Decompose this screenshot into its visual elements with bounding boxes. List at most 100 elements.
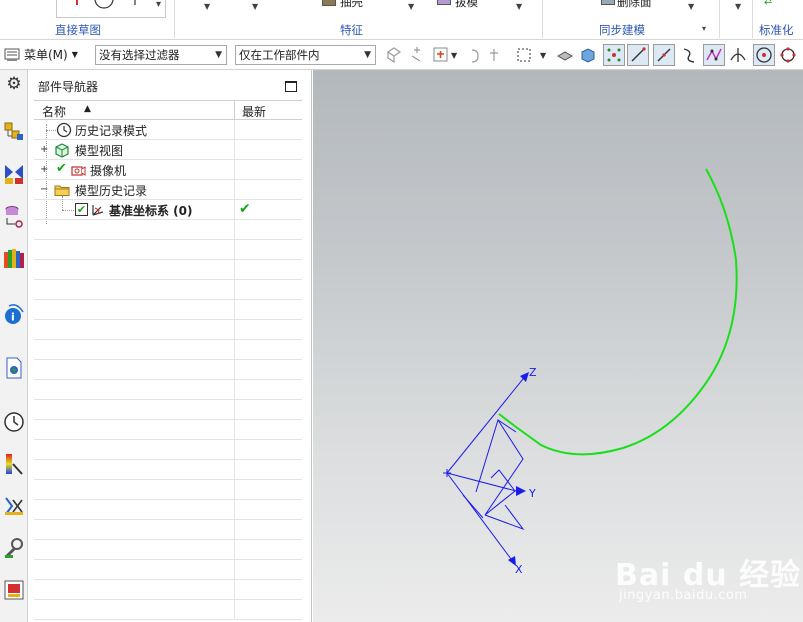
column-divider [234,320,235,339]
column-divider [234,140,235,159]
column-divider [234,240,235,259]
dropdown-caret[interactable]: ▼ [408,2,414,11]
dropdown-caret[interactable]: ▼ [252,2,258,11]
filter-tools-icons[interactable]: ▼ ▼ [384,44,554,66]
draft-button[interactable]: 拔模 [455,0,478,10]
constraint-navigator-icon[interactable] [3,162,25,186]
empty-table-row [34,520,302,540]
y-axis-label: Y [528,487,536,500]
svg-text:▼: ▼ [540,51,547,60]
chevron-down-icon: ▼ [364,50,371,60]
selection-scope-dropdown[interactable]: 仅在工作部件内 ▼ [235,45,376,65]
reuse-library-icon[interactable] [3,246,25,270]
resource-bar: ⚙ i [0,70,28,622]
dropdown-caret[interactable]: ▼ [735,2,741,11]
tree-node-label: 模型视图 [75,144,124,158]
assembly-navigator-icon[interactable] [3,120,25,144]
body-icon[interactable] [579,46,597,64]
snap-midpoint-toggle[interactable] [653,44,675,66]
dropdown-caret[interactable]: ▼ [688,2,694,11]
tree-row-datum-csys[interactable]: ✔ 基准坐标系 (0) ✔ [34,196,302,220]
more-icon[interactable]: ▾ [156,0,161,10]
empty-table-row [34,600,302,620]
selection-filter-dropdown[interactable]: 没有选择过滤器 ▼ [95,45,227,65]
empty-table-row [34,440,302,460]
tree-row-history-mode[interactable]: 历史记录模式 [34,120,302,140]
curve-icon[interactable] [680,46,698,64]
roles-icon[interactable] [3,536,25,560]
tree-row-model-history[interactable]: − 模型历史记录 [34,180,302,200]
empty-table-row [34,540,302,560]
menu-button[interactable]: 菜单(M) ▼ [4,46,78,63]
quadrant-point-icon[interactable] [779,46,797,64]
graphics-window[interactable]: Z Y X Bai du 经验 jingyan.baidu.com [313,70,803,622]
column-divider [234,300,235,319]
edge-icon[interactable] [556,46,574,64]
empty-table-row [34,480,302,500]
delete-face-icon[interactable] [601,0,615,5]
datum-csys [446,373,528,564]
ribbon-separator [542,0,543,38]
menu-icon [4,48,20,61]
axis-arrows [508,372,529,566]
shell-icon[interactable] [322,0,336,6]
empty-table-row [34,400,302,420]
tree-connector [46,130,56,131]
history-icon[interactable] [3,410,25,434]
z-axis-label: Z [529,366,537,379]
navigator-title: 部件导航器 [38,80,99,94]
column-divider [234,340,235,359]
maximize-icon[interactable] [285,81,297,92]
column-divider [234,260,235,279]
column-divider [234,280,235,299]
column-header-name[interactable]: 名称 [42,103,66,120]
svg-text:i: i [11,311,15,324]
expand-icon[interactable]: + [40,145,48,155]
web-browser-icon[interactable] [3,356,25,380]
x-axis-label: X [515,563,523,576]
tree-row-model-views[interactable]: + 模型视图 [34,140,302,160]
snap-arc-center-toggle[interactable] [753,44,775,66]
collapse-icon[interactable]: − [40,185,48,195]
column-header-latest[interactable]: 最新 [242,103,266,120]
selection-scope-value: 仅在工作部件内 [239,48,320,62]
snap-point-toggle[interactable] [603,44,625,66]
dropdown-caret[interactable]: ▼ [204,2,210,11]
draft-icon[interactable] [437,0,451,5]
empty-table-row [34,320,302,340]
model-geometry: Z Y X [443,168,738,576]
part-navigator-icon[interactable] [3,204,25,228]
tree-node-label: 历史记录模式 [75,124,148,138]
column-divider [234,220,235,239]
clock-icon [56,122,72,138]
system-materials-icon[interactable] [3,452,25,476]
empty-table-row [34,240,302,260]
sort-ascending-icon[interactable]: ▲ [84,104,91,114]
palette-icon[interactable] [3,578,25,602]
tree-row-cameras[interactable]: + ✔ 摄像机 [34,160,302,180]
dropdown-caret[interactable]: ▼ [516,2,522,11]
empty-table-row [34,280,302,300]
snap-control-point-toggle[interactable] [703,44,725,66]
sketch-tools-box[interactable] [56,0,166,18]
visibility-checkbox[interactable]: ✔ [75,203,88,216]
process-studio-icon[interactable] [3,494,25,518]
navigator-table: 名称 ▲ 最新 历史记录模式 + 模型视图 + ✔ 摄像机 − 模型历史记录 ✔… [34,100,302,620]
group-more-caret[interactable]: ▾ [702,24,706,33]
expand-icon[interactable]: + [40,165,48,175]
group-label-feature: 特征 [340,23,363,37]
delete-face-button[interactable]: 删除面 [617,0,652,10]
sketch-line-icon [76,0,136,9]
intersection-icon[interactable] [729,46,747,64]
column-divider [234,600,235,619]
column-divider[interactable] [234,101,235,119]
info-icon[interactable]: i [3,302,25,326]
ribbon-separator [719,0,720,38]
standard-part-icon[interactable]: ⇄ [764,0,790,7]
column-divider [234,380,235,399]
column-divider [234,580,235,599]
snap-endpoint-toggle[interactable] [627,44,649,66]
svg-text:▼: ▼ [451,51,458,60]
shell-button[interactable]: 抽壳 [340,0,363,10]
gear-icon[interactable]: ⚙ [3,74,25,98]
